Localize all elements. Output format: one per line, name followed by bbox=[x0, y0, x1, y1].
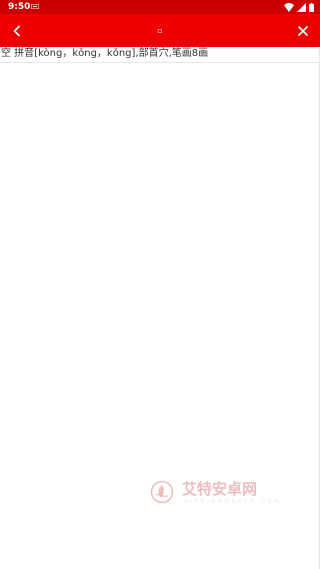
close-button[interactable] bbox=[292, 20, 314, 42]
signal-icon bbox=[297, 2, 306, 12]
back-button[interactable] bbox=[6, 20, 28, 42]
app-bar: ▫ bbox=[0, 14, 320, 47]
watermark-text: 艾特安卓网 bbox=[182, 480, 258, 498]
chevron-left-icon bbox=[13, 25, 20, 37]
character-definition: 空 拼音[kòng，kōng，kǒng],部首穴,笔画8画 bbox=[0, 47, 320, 63]
notification-icon bbox=[31, 4, 39, 9]
battery-icon bbox=[309, 2, 314, 12]
status-bar: 9:50 bbox=[0, 0, 320, 14]
watermark-logo-icon bbox=[150, 480, 174, 504]
status-icons bbox=[284, 2, 314, 12]
wifi-icon bbox=[284, 2, 294, 12]
close-icon bbox=[298, 26, 308, 36]
watermark: 艾特安卓网 AITE·ANDROID·COM bbox=[150, 480, 280, 508]
status-time: 9:50 bbox=[8, 2, 31, 12]
screen: 9:50 ▫ 空 拼音[kòng，kōng，kǒng],部首穴,笔画8画 艾特安… bbox=[0, 0, 320, 569]
watermark-subtext: AITE·ANDROID·COM bbox=[184, 499, 282, 505]
page-title: ▫ bbox=[157, 26, 163, 35]
